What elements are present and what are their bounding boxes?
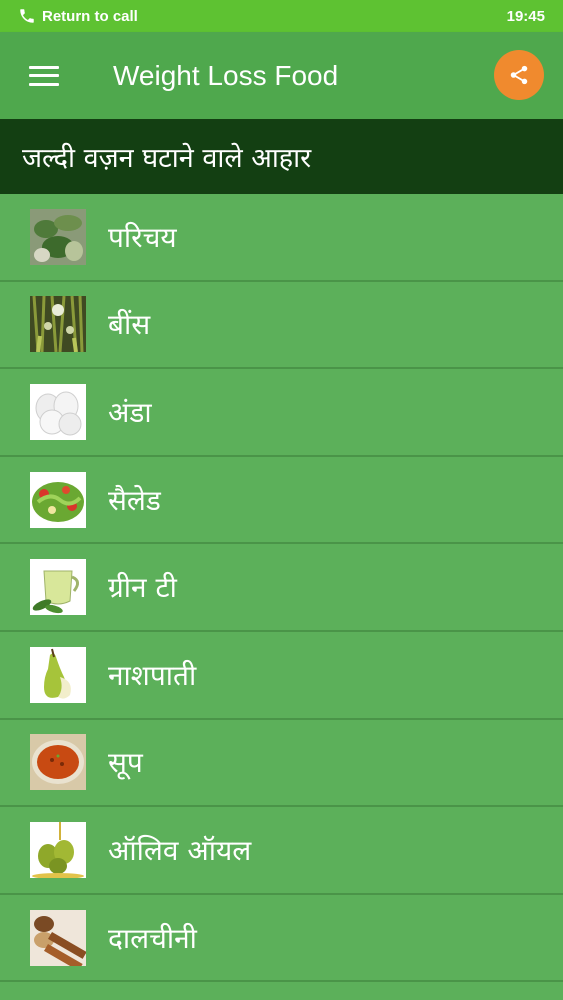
list-item-intro[interactable]: परिचय	[0, 194, 563, 282]
list-item-label: परिचय	[108, 220, 177, 254]
app-bar: Weight Loss Food	[0, 32, 563, 119]
hamburger-menu-icon[interactable]	[29, 65, 59, 86]
list-item-label: ग्रीन टी	[108, 571, 177, 605]
list-item-beans[interactable]: बींस	[0, 281, 563, 370]
return-to-call-text[interactable]: Return to call	[42, 8, 138, 25]
share-icon	[510, 65, 528, 85]
list-item-label: ऑलिव ऑयल	[108, 833, 252, 867]
olive-oil-image	[30, 821, 86, 878]
intro-image	[30, 208, 86, 265]
list-item-cinnamon[interactable]: दालचीनी	[0, 894, 563, 983]
list-item-label: सैलेड	[108, 483, 161, 517]
list-item-label: नाशपाती	[108, 658, 197, 692]
section-title: जल्दी वज़न घटाने वाले आहार	[0, 119, 563, 194]
clock: 19:45	[506, 7, 545, 25]
app-title: Weight Loss Food	[113, 59, 339, 91]
cinnamon-image	[30, 909, 86, 966]
list-item-salad[interactable]: सैलेड	[0, 456, 563, 545]
list-item-pear[interactable]: नाशपाती	[0, 631, 563, 720]
salad-image	[30, 471, 86, 528]
food-list: परिचय बींस अंडा सैलेड ग्रीन टी नाशपाती स…	[0, 194, 563, 983]
status-bar: Return to call 19:45	[0, 0, 563, 32]
list-item-label: दालचीनी	[108, 921, 197, 955]
pear-image	[30, 646, 86, 703]
list-item-green-tea[interactable]: ग्रीन टी	[0, 544, 563, 632]
list-item-label: अंडा	[108, 395, 152, 429]
list-item-soup[interactable]: सूप	[0, 719, 563, 808]
list-item-olive-oil[interactable]: ऑलिव ऑयल	[0, 807, 563, 895]
phone-icon[interactable]	[18, 7, 36, 25]
soup-image	[30, 734, 86, 791]
share-button[interactable]	[494, 50, 544, 100]
egg-image	[30, 383, 86, 440]
list-item-label: बींस	[108, 308, 151, 342]
list-item-label: सूप	[108, 746, 143, 780]
list-item-egg[interactable]: अंडा	[0, 369, 563, 457]
beans-image	[30, 296, 86, 353]
green-tea-image	[30, 559, 86, 616]
